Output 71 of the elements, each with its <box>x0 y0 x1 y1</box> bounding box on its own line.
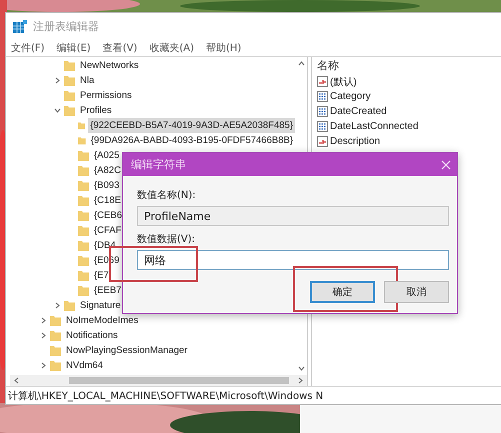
tree-item[interactable]: {A025 <box>92 148 122 163</box>
menu-item[interactable]: 查看(V) <box>102 41 138 55</box>
menu-item[interactable]: 收藏夹(A) <box>148 41 195 55</box>
menu-item[interactable]: 文件(F) <box>10 41 46 55</box>
tree-item[interactable]: {A82C <box>92 163 123 178</box>
input-field[interactable]: ProfileName <box>137 206 449 226</box>
tree-item[interactable]: Signature <box>78 298 123 313</box>
folder-icon <box>64 60 75 71</box>
folder-icon <box>64 300 75 311</box>
app-icon <box>13 20 27 33</box>
tree-item[interactable]: {E7 <box>92 268 111 283</box>
folder-icon <box>78 120 86 131</box>
field-label: 数值名称(N): <box>137 189 196 202</box>
tree-item[interactable]: {CEB6 <box>92 208 124 223</box>
tree-item[interactable]: Permissions <box>78 88 134 103</box>
tree-item[interactable]: NoImeModeImes <box>64 313 140 328</box>
scrollbar-thumb[interactable] <box>68 377 288 384</box>
folder-icon <box>78 195 89 206</box>
chevron-icon[interactable] <box>40 362 47 369</box>
folder-icon <box>50 315 61 326</box>
tree-item[interactable]: Nla <box>78 73 96 88</box>
tree-item[interactable]: NowPlayingSessionManager <box>64 343 190 358</box>
close-icon[interactable] <box>441 160 451 170</box>
chevron-icon[interactable] <box>298 60 304 67</box>
input-field[interactable]: 网络 <box>137 250 449 270</box>
value-name[interactable]: DateCreated <box>330 106 387 117</box>
folder-icon <box>78 150 89 161</box>
dialog-button[interactable]: 确定 <box>310 281 375 303</box>
tree-item[interactable]: NVdm64 <box>64 358 105 373</box>
folder-icon <box>50 330 61 341</box>
value-name[interactable]: (默认) <box>330 74 357 88</box>
folder-icon <box>78 285 89 296</box>
tree-item[interactable]: {99DA926A-BABD-4093-B195-0FDF57466B8B} <box>88 133 295 148</box>
folder-icon <box>64 90 75 101</box>
tree-item[interactable]: NewNetworks <box>78 58 141 73</box>
value-name[interactable]: Category <box>330 91 371 102</box>
folder-icon <box>50 345 61 356</box>
folder-icon <box>78 240 89 251</box>
value-name[interactable]: Description <box>330 136 380 147</box>
tree-item[interactable]: Profiles <box>78 103 114 118</box>
tree-item[interactable]: {922CEEBD-B5A7-4019-9A3D-AE5A2038F485} <box>88 118 295 133</box>
folder-icon <box>78 180 89 191</box>
tree-item[interactable]: {EEB7 <box>92 283 124 298</box>
tree-item[interactable]: {C18E <box>92 193 123 208</box>
column-header[interactable]: 名称 <box>317 58 501 74</box>
folder-icon <box>64 75 75 86</box>
field-label: 数值数据(V): <box>137 233 196 246</box>
folder-icon <box>78 225 89 236</box>
folder-icon <box>78 255 89 266</box>
dialog-title: 编辑字符串 <box>131 157 186 172</box>
chevron-icon[interactable] <box>54 77 61 84</box>
tree-item[interactable]: {B093 <box>92 178 122 193</box>
chevron-icon[interactable] <box>13 377 20 384</box>
value-name[interactable]: DateLastConnected <box>330 121 418 132</box>
dialog-button[interactable]: 取消 <box>384 281 449 303</box>
chevron-icon[interactable] <box>40 317 47 324</box>
folder-icon <box>78 135 86 146</box>
tree-item[interactable]: {CFAF <box>92 223 124 238</box>
menu-item[interactable]: 编辑(E) <box>56 41 92 55</box>
menu-item[interactable]: 帮助(H) <box>205 41 242 55</box>
chevron-icon[interactable] <box>54 107 61 114</box>
status-path: 计算机\HKEY_LOCAL_MACHINE\SOFTWARE\Microsoft\Windows N <box>8 390 324 402</box>
folder-icon <box>78 165 89 176</box>
window-title: 注册表编辑器 <box>33 19 99 34</box>
folder-icon <box>64 105 75 116</box>
folder-icon <box>78 270 89 281</box>
chevron-icon[interactable] <box>54 302 61 309</box>
tree-item[interactable]: Notifications <box>64 328 120 343</box>
folder-icon <box>78 210 89 221</box>
folder-icon <box>50 360 61 371</box>
chevron-icon[interactable] <box>40 332 47 339</box>
